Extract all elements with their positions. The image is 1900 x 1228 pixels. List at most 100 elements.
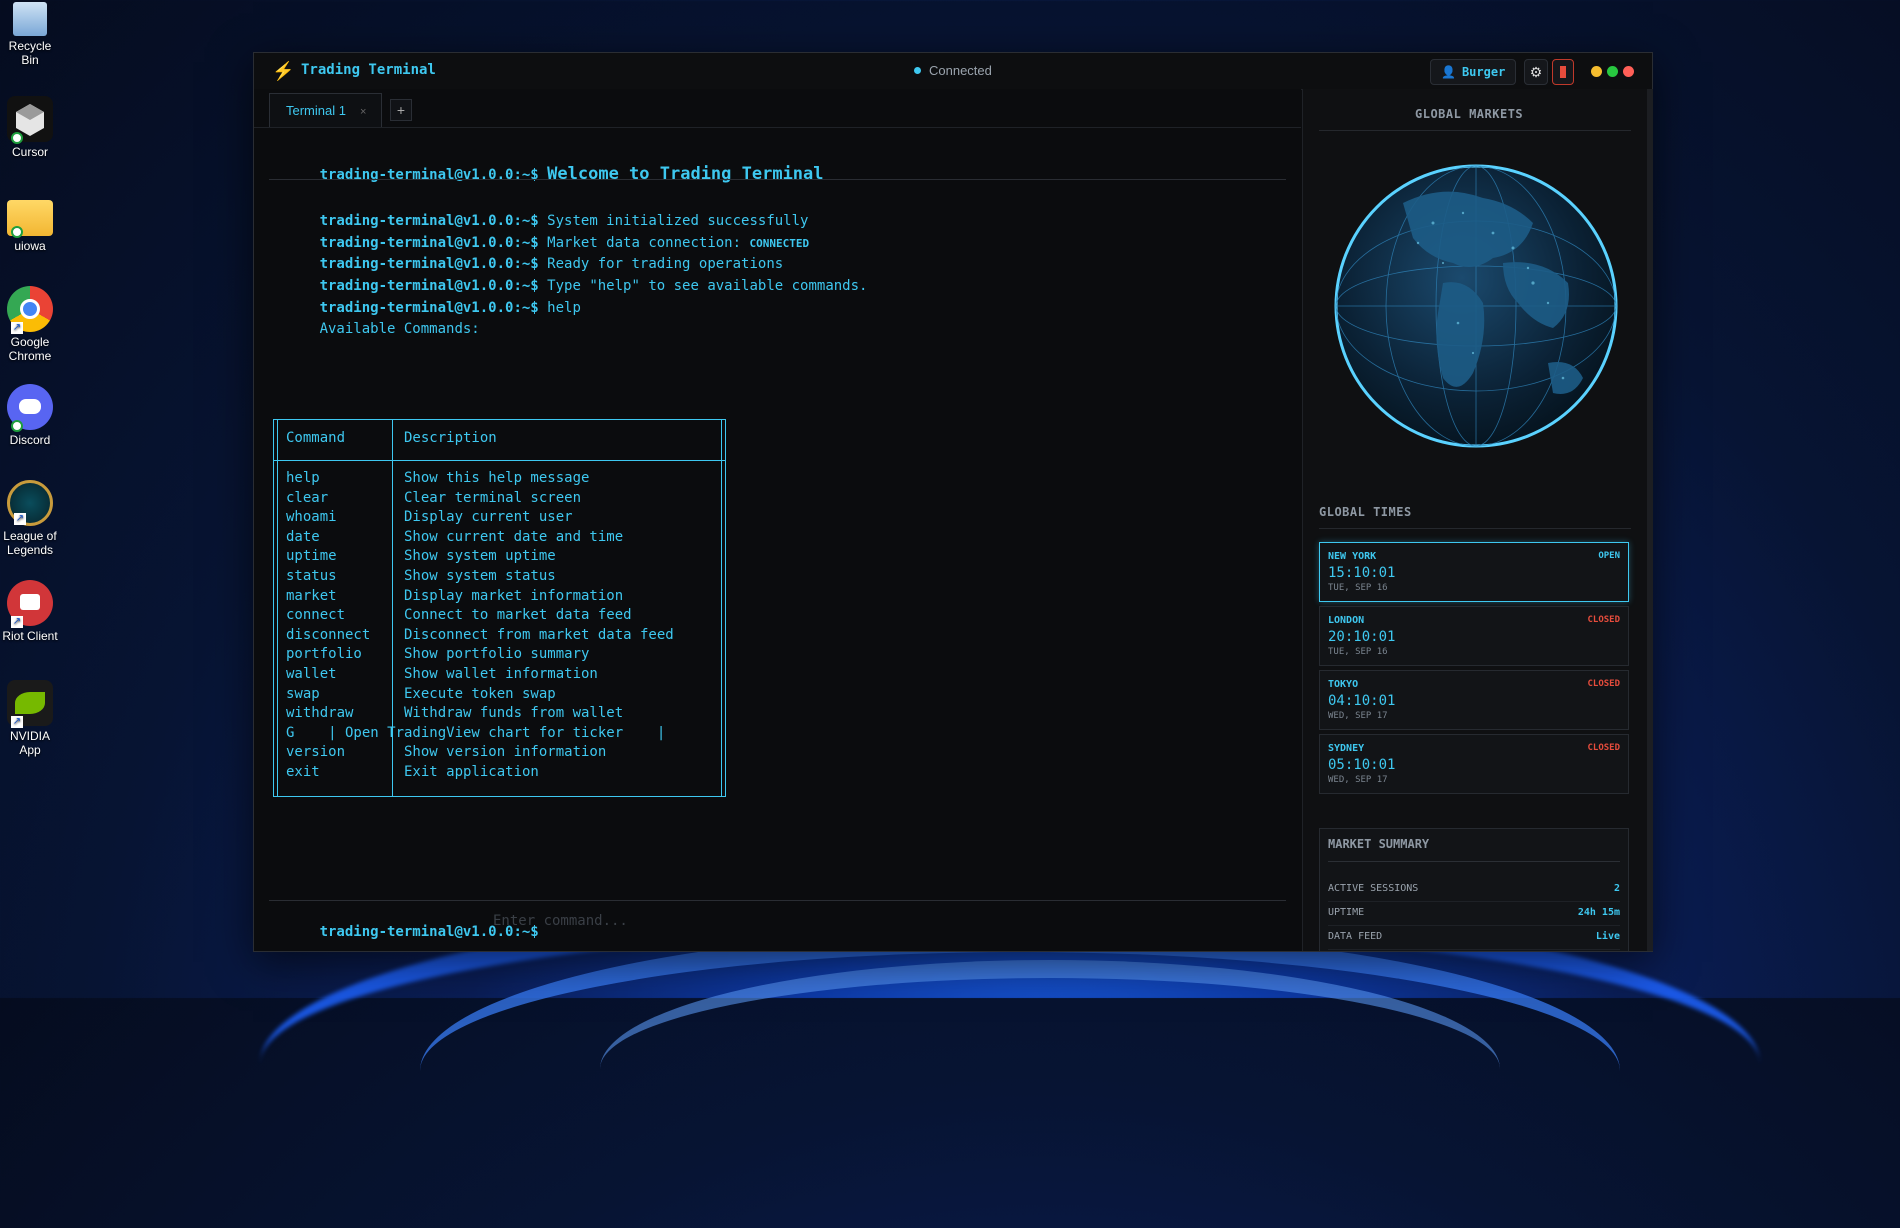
market-city: TOKYO (1328, 679, 1359, 690)
table-cell-description: Disconnect from market data feed (404, 626, 674, 643)
market-card-london[interactable]: LONDON CLOSED 20:10:01 TUE, SEP 16 (1319, 606, 1629, 666)
market-state-badge: OPEN (1598, 551, 1620, 561)
market-city: LONDON (1328, 615, 1365, 626)
desktop-icon-cursor[interactable]: Cursor (0, 96, 60, 159)
available-commands-header: Available Commands: (269, 305, 480, 353)
market-time: 05:10:01 (1328, 757, 1396, 773)
table-cell-description: Show system uptime (404, 548, 556, 565)
table-cell-description: Show current date and time (404, 528, 624, 545)
panel-scrollbar[interactable] (1647, 89, 1653, 951)
desktop-icon-nvidia-app[interactable]: ↗ NVIDIA App (0, 680, 60, 757)
cursor-app-icon (7, 96, 53, 144)
market-state-badge: CLOSED (1587, 615, 1620, 625)
market-summary-title: MARKET SUMMARY (1328, 837, 1430, 851)
table-cell-command: exit (286, 764, 320, 780)
wallpaper-swirl (600, 960, 1500, 1178)
table-header-divider (274, 460, 725, 461)
terminal-output: trading-terminal@v1.0.0:~$ Welcome to Tr… (254, 128, 1301, 951)
summary-value: 2 (1613, 883, 1620, 894)
table-cell-command: swap (286, 685, 320, 702)
welcome-message: Welcome to Trading Terminal (547, 164, 824, 184)
table-cell-description: Show system status (404, 568, 556, 584)
user-button[interactable]: 👤 Burger (1430, 59, 1517, 85)
table-cell-command: help (286, 470, 320, 486)
chrome-icon: ↗ (7, 286, 53, 334)
connection-status: Connected (914, 63, 992, 78)
divider (269, 179, 1286, 180)
summary-value: Live (1595, 931, 1620, 942)
divider (1328, 861, 1620, 862)
close-tab-icon[interactable]: × (360, 106, 366, 118)
summary-row: UPTIME 24h 15m (1328, 905, 1620, 926)
table-cell-command: date (286, 528, 320, 545)
summary-key: UPTIME (1328, 907, 1365, 918)
desktop-icon-riot-client[interactable]: ↗ Riot Client (0, 580, 60, 643)
desktop-icon-league-of-legends[interactable]: ↗ League of Legends (0, 480, 60, 557)
minimize-button[interactable] (1591, 66, 1602, 77)
desktop-icon-label: Discord (9, 433, 51, 447)
desktop-icon-google-chrome[interactable]: ↗ Google Chrome (0, 286, 60, 363)
table-cell-description: Clear terminal screen (404, 489, 582, 506)
discord-icon (7, 384, 53, 432)
available-commands-text: Available Commands: (319, 321, 480, 337)
global-markets-title: GLOBAL MARKETS (1415, 107, 1524, 121)
maximize-button[interactable] (1607, 66, 1618, 77)
table-cell-command: wallet (286, 666, 337, 682)
table-cell-command: version (286, 744, 346, 761)
summary-row: ACTIVE SESSIONS 2 (1328, 881, 1620, 902)
table-cell-description: Exit application (404, 764, 539, 780)
table-cell-command: market (286, 587, 337, 604)
market-summary: MARKET SUMMARY ACTIVE SESSIONS 2 UPTIME … (1319, 828, 1629, 951)
desktop-icon-label: Cursor (11, 145, 48, 159)
table-cell-description: Connect to market data feed (404, 607, 632, 624)
league-of-legends-icon: ↗ (7, 480, 53, 526)
table-cell-description: Show portfolio summary (404, 646, 590, 663)
command-input[interactable] (491, 910, 1195, 932)
table-border (277, 420, 278, 796)
table-header-command: Command (286, 430, 346, 446)
table-border (721, 420, 722, 796)
market-time: 04:10:01 (1328, 693, 1396, 709)
table-cell-command: whoami (286, 509, 337, 526)
connection-status-text: Connected (929, 63, 992, 78)
table-cell-command: connect (286, 607, 346, 624)
settings-button[interactable]: ⚙ (1524, 59, 1548, 85)
title-bar[interactable]: ⚡ Trading Terminal Connected 👤 Burger ⚙ (254, 53, 1652, 90)
table-cell-description: Display current user (404, 509, 573, 526)
desktop-icon-uiowa[interactable]: uiowa (0, 194, 60, 253)
market-state-badge: CLOSED (1587, 743, 1620, 753)
commands-table: Command Description help Show this help m… (273, 419, 726, 797)
market-date: WED, SEP 17 (1328, 711, 1388, 721)
desktop-icon-label: uiowa (14, 239, 46, 253)
table-cell-description: Show version information (404, 744, 607, 761)
desktop-icon-discord[interactable]: Discord (0, 384, 60, 447)
recycle-bin-icon (13, 2, 47, 36)
lightning-icon: ⚡ (272, 61, 295, 81)
market-card-new-york[interactable]: NEW YORK OPEN 15:10:01 TUE, SEP 16 (1319, 542, 1629, 602)
table-cell-description: Show wallet information (404, 666, 598, 682)
table-cell-command: status (286, 568, 337, 584)
market-card-tokyo[interactable]: TOKYO CLOSED 04:10:01 WED, SEP 17 (1319, 670, 1629, 730)
new-tab-button[interactable]: + (390, 99, 412, 121)
market-card-sydney[interactable]: SYDNEY CLOSED 05:10:01 WED, SEP 17 (1319, 734, 1629, 794)
table-cell-command: clear (286, 489, 329, 506)
terminal-line-text: help (547, 300, 581, 316)
desktop-icon-label: League of Legends (3, 529, 57, 557)
global-times-title: GLOBAL TIMES (1319, 505, 1412, 519)
terminal-prompt: trading-terminal@v1.0.0:~$ (319, 167, 539, 183)
user-icon: 👤 (1441, 65, 1456, 79)
close-button[interactable] (1623, 66, 1634, 77)
table-cell-command: G | Open TradingView chart for ticker | (286, 724, 666, 741)
table-cell-command: withdraw (286, 705, 354, 722)
tab-terminal-1[interactable]: Terminal 1 × (269, 93, 382, 127)
globe-icon[interactable] (1333, 163, 1619, 449)
desktop-icon-label: Riot Client (2, 629, 58, 643)
desktop-icon-recycle-bin[interactable]: Recycle Bin (0, 2, 60, 67)
table-cell-description: Execute token swap (404, 685, 556, 702)
nvidia-icon: ↗ (7, 680, 53, 728)
panel-toggle-button[interactable] (1552, 59, 1574, 85)
market-date: TUE, SEP 16 (1328, 583, 1388, 593)
user-name: Burger (1461, 65, 1506, 79)
gear-icon: ⚙ (1529, 64, 1543, 80)
table-cell-description: Show this help message (404, 470, 590, 486)
